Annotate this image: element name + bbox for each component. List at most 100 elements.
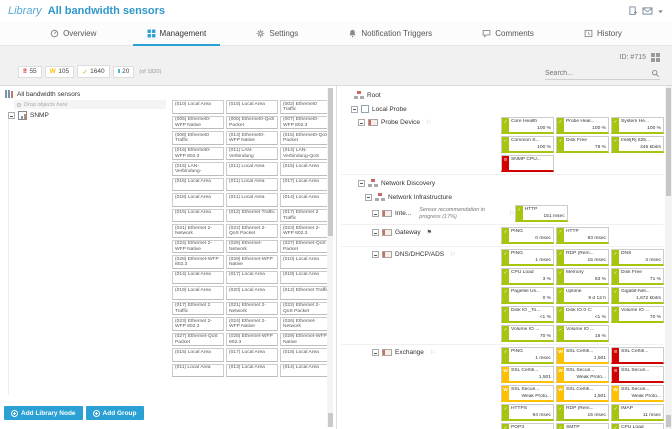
library-sensor-tile[interactable]: (018) Local Area xyxy=(280,348,332,362)
library-sensor-tile[interactable]: (010) Local Area xyxy=(280,255,332,269)
sensor-tile[interactable]: ✓ PING 1 msec xyxy=(501,347,554,364)
sensor-tile[interactable]: ✓ Core Health 100 % xyxy=(501,117,554,134)
tab-notification-triggers[interactable]: Notification Triggers xyxy=(334,22,446,45)
library-sensor-tile[interactable]: (015) Local Area xyxy=(172,348,224,362)
sensor-tile[interactable]: ✓ Disk Free 79 % xyxy=(556,136,609,153)
up-count-chip[interactable]: ✓ 1640 xyxy=(77,65,110,78)
sensor-tile[interactable]: ✓ Volume IO ... 16 % xyxy=(556,325,609,342)
sensor-tile[interactable]: ✓ Common S... 100 % xyxy=(501,136,554,153)
sensor-tile[interactable]: ✓ SMTP xyxy=(556,423,609,429)
report-icon[interactable] xyxy=(628,5,638,17)
sensor-tile[interactable]: ✓ RDP (Rem... 15 msec xyxy=(556,249,609,266)
sensor-tile[interactable]: ‼ SSL Certifi... xyxy=(611,347,664,364)
scrollbar-end[interactable] xyxy=(327,413,333,427)
sensor-tile[interactable]: ✓ Disk IO _To... <1 % xyxy=(501,306,554,323)
sensor-tile[interactable]: ✓ HTTP 93 msec xyxy=(556,227,609,244)
flag-icon[interactable] xyxy=(450,252,455,258)
sensor-tile[interactable]: W SSL Securi... Weak Proto... xyxy=(611,385,664,402)
node-label[interactable]: Probe Device xyxy=(381,119,420,126)
tab-settings[interactable]: Settings xyxy=(242,22,312,45)
library-sensor-tile[interactable]: (015) Ethernet0-QoS Packet xyxy=(280,131,332,145)
collapse-icon[interactable] xyxy=(372,210,379,217)
sensor-tile[interactable]: ✓ Volume IO ... 70 % xyxy=(501,325,554,342)
qr-code-icon[interactable] xyxy=(651,53,660,62)
library-sensor-tile[interactable]: (015) Local Area xyxy=(280,162,332,176)
node-label[interactable]: Exchange xyxy=(395,349,424,356)
sensor-tile[interactable]: ✓ System He... 100 % xyxy=(611,117,664,134)
library-sensor-tile[interactable]: (011) LAN-Verbindung xyxy=(226,146,278,160)
tab-overview[interactable]: Overview xyxy=(36,22,110,45)
flag-icon[interactable] xyxy=(427,230,432,236)
library-sensor-tile[interactable]: (012) Ethernet Traffic xyxy=(280,286,332,300)
sensor-tile[interactable]: W SSL Certifi... 1,501 xyxy=(556,385,609,402)
sensor-tile[interactable]: ✓ Probe Heal... 100 % xyxy=(556,117,609,134)
library-sensor-tile[interactable]: (011) Local Area xyxy=(172,363,224,377)
sensor-tile[interactable]: ✓ POP3 xyxy=(501,423,554,429)
node-label[interactable]: Root xyxy=(367,92,381,99)
library-sensor-tile[interactable]: (022) Ethernet 2-QoS Packet xyxy=(226,224,278,238)
collapse-icon[interactable] xyxy=(372,251,379,258)
library-sensor-tile[interactable]: (014) Local Area xyxy=(280,193,332,207)
library-sensor-tile[interactable]: (005) Ethernet0-WFP Native xyxy=(172,115,224,129)
node-label[interactable]: Inte... xyxy=(395,210,411,217)
search-input[interactable] xyxy=(545,70,651,77)
library-sensor-tile[interactable]: (013) Local Area xyxy=(226,363,278,377)
library-scrollbar[interactable] xyxy=(327,88,333,427)
warning-count-chip[interactable]: W 105 xyxy=(44,65,75,78)
sensor-tile[interactable]: ✓ IMAP 11 msec xyxy=(611,404,664,421)
sensor-tile[interactable]: W SSL Securi... Weak Proto... xyxy=(556,366,609,383)
library-sensor-tile[interactable]: (015) LAN-Verbindung- xyxy=(172,162,224,176)
library-root-node[interactable]: All bandwidth sensors xyxy=(5,90,336,98)
library-sensor-tile[interactable]: (007) Ethernet0-WFP 802.3 xyxy=(280,115,332,129)
search-icon[interactable] xyxy=(651,69,660,78)
library-sensor-tile[interactable]: (014) LAN-Verbindung-QoS xyxy=(280,146,332,160)
library-sensor-tile[interactable]: (028) Ethernet-WFP 802.3 xyxy=(226,332,278,346)
collapse-icon[interactable] xyxy=(8,112,15,119)
sensor-tile[interactable]: ✓ HTTP 151 msec xyxy=(514,205,568,222)
library-sensor-tile[interactable]: (014) Local Area xyxy=(172,270,224,284)
library-sensor-tile[interactable]: (018) Local Area xyxy=(280,270,332,284)
sensor-tile[interactable]: ✓ PING 0 msec xyxy=(501,227,554,244)
collapse-icon[interactable] xyxy=(351,105,358,113)
library-sensor-tile[interactable]: (023) Ethernet 2-WFP 802.3 xyxy=(280,224,332,238)
collapse-icon[interactable] xyxy=(365,193,372,201)
node-label[interactable]: DNS/DHCP/ADS xyxy=(395,251,444,258)
scrollbar-thumb[interactable] xyxy=(327,88,333,236)
library-sensor-tile[interactable]: (014) Local Area xyxy=(280,363,332,377)
library-sensor-tile[interactable]: (011) Local Area xyxy=(226,162,278,176)
sensor-tile[interactable]: ✓ Volume IO ... 70 % xyxy=(611,306,664,323)
library-sensor-tile[interactable]: (017) Local Area xyxy=(226,270,278,284)
down-count-chip[interactable]: ‼ 55 xyxy=(18,65,42,78)
library-sensor-tile[interactable]: (027) Ethernet-QoS Packet xyxy=(172,332,224,346)
library-sensor-tile[interactable]: (020) Local Area xyxy=(226,286,278,300)
library-sensor-tile[interactable]: (028) Ethernet-WFP 802.3 xyxy=(172,255,224,269)
collapse-icon[interactable] xyxy=(358,179,365,187)
sensor-tile[interactable]: ✓ Disk IO 0 C: <1 % xyxy=(556,306,609,323)
library-sensor-tile[interactable]: (018) Local Area xyxy=(172,193,224,207)
node-label[interactable]: Local Probe xyxy=(372,106,407,113)
library-sensor-tile[interactable]: (022) Ethernet 2-QoS Packet xyxy=(280,301,332,315)
node-label[interactable]: Network Discovery xyxy=(381,180,435,187)
sensor-tile[interactable]: ✓ PING 1 msec xyxy=(501,249,554,266)
scrollbar-end[interactable] xyxy=(666,415,671,427)
library-sensor-tile[interactable]: (010) Local Area xyxy=(172,100,224,114)
tab-history[interactable]: History xyxy=(570,22,636,45)
sensor-tile[interactable]: ‼ SNMP CPU... xyxy=(501,155,554,172)
library-sensor-tile[interactable]: (017) Ethernet 2 Traffic xyxy=(172,301,224,315)
library-sensor-tile[interactable]: (017) Local Area xyxy=(226,348,278,362)
sensor-tile[interactable]: ✓ Disk Free 71 % xyxy=(611,268,664,285)
tab-management[interactable]: Management xyxy=(132,22,221,46)
library-sensor-tile[interactable]: (019) Local Area xyxy=(172,286,224,300)
email-icon[interactable] xyxy=(642,6,653,16)
node-label[interactable]: Network Infrastructure xyxy=(388,194,452,201)
sensor-tile[interactable]: ✓ Memory 83 % xyxy=(556,268,609,285)
library-sensor-tile[interactable]: (012) Ethernet Traffic xyxy=(226,208,278,222)
scrollbar-thumb[interactable] xyxy=(666,88,671,196)
paused-count-chip[interactable]: II 20 xyxy=(112,65,135,78)
flag-icon[interactable] xyxy=(430,350,435,356)
library-sensor-tile[interactable]: (029) Ethernet-WFP Native xyxy=(280,332,332,346)
library-sensor-tile[interactable]: (027) Ethernet-QoS Packet xyxy=(280,239,332,253)
drop-zone[interactable]: Drop objects here xyxy=(14,100,166,109)
library-sensor-tile[interactable]: (024) Ethernet 2-WFP Native xyxy=(226,317,278,331)
device-tree-scrollbar[interactable] xyxy=(665,86,672,429)
